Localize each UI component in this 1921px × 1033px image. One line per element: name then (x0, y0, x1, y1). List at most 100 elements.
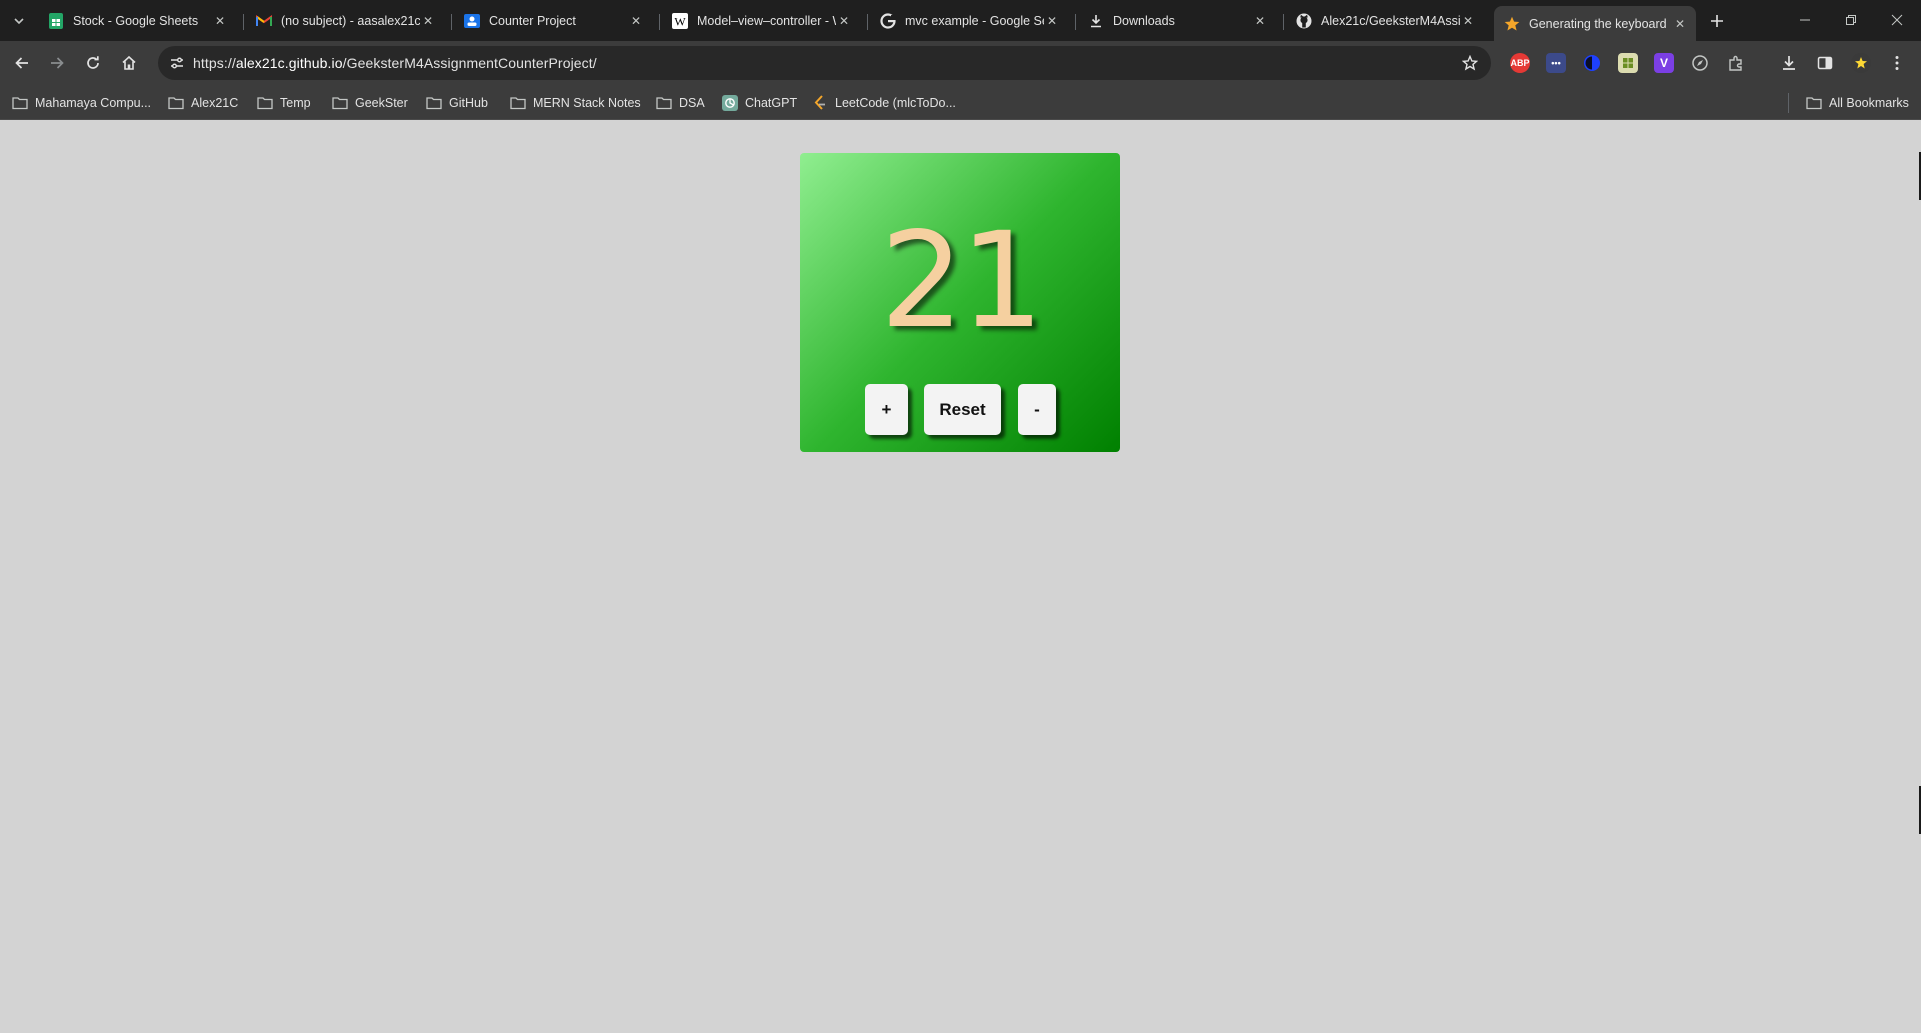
tab-generating-keyboard[interactable]: Generating the keyboard ✕ (1494, 6, 1696, 41)
restore-button[interactable] (1837, 8, 1865, 32)
close-tab-icon[interactable]: ✕ (836, 13, 852, 29)
folder-icon (656, 95, 672, 111)
bookmark-folder-dsa[interactable]: DSA (656, 93, 705, 113)
tab-title: Counter Project (489, 13, 576, 28)
close-tab-icon[interactable]: ✕ (420, 13, 436, 29)
tab-title: Stock - Google Sheets (73, 13, 199, 28)
bookmark-label: GitHub (449, 96, 488, 110)
folder-icon (168, 95, 184, 111)
reload-button[interactable] (79, 49, 107, 77)
close-tab-icon[interactable]: ✕ (1044, 13, 1060, 29)
bookmark-label: Temp (280, 96, 311, 110)
tab-github[interactable]: Alex21c/GeeksterM4Assig ✕ (1286, 6, 1484, 35)
address-bar[interactable]: https://alex21c.github.io/GeeksterM4Assi… (158, 46, 1491, 80)
page-content: 21 + Reset - (0, 120, 1921, 1033)
counter-value: 21 (880, 204, 1044, 358)
new-tab-button[interactable] (1705, 9, 1729, 33)
svg-text:W: W (674, 14, 686, 28)
tab-title: Model–view–controller - W (697, 13, 836, 28)
back-button[interactable] (8, 49, 36, 77)
chevron-down-icon (14, 18, 24, 25)
star-avatar-icon (1855, 57, 1867, 69)
close-tab-icon[interactable]: ✕ (1252, 13, 1268, 29)
bookmark-label: Alex21C (191, 96, 239, 110)
tab-counter-project[interactable]: Counter Project ✕ (454, 6, 652, 35)
sheets-extension-icon[interactable] (1618, 53, 1638, 73)
plus-icon (1711, 15, 1723, 27)
folder-icon (257, 95, 273, 111)
forward-button[interactable] (43, 49, 71, 77)
close-tab-icon[interactable]: ✕ (628, 13, 644, 29)
tab-title: mvc example - Google Se (905, 13, 1044, 28)
google-icon (880, 12, 896, 29)
minimize-icon (1800, 19, 1810, 21)
folder-icon (12, 95, 28, 111)
tab-separator (451, 14, 452, 30)
downloads-button[interactable] (1779, 53, 1799, 73)
url-scheme: https:// (193, 55, 236, 71)
more-vertical-icon (1895, 56, 1899, 70)
leetcode-icon (812, 95, 828, 111)
bookmark-folder-geekster[interactable]: GeekSter (332, 93, 408, 113)
tab-google-search[interactable]: mvc example - Google Se ✕ (870, 6, 1068, 35)
tab-separator (243, 14, 244, 30)
wikipedia-icon: W (672, 12, 688, 29)
url-path: /GeeksterM4AssignmentCounterProject/ (342, 55, 597, 71)
folder-icon (1806, 95, 1822, 111)
all-bookmarks-label: All Bookmarks (1829, 96, 1909, 110)
bookmark-label: MERN Stack Notes (533, 96, 641, 110)
increment-button[interactable]: + (865, 384, 908, 435)
star-favicon-icon (1504, 16, 1520, 32)
close-tab-icon[interactable]: ✕ (212, 13, 228, 29)
site-info-icon[interactable] (168, 54, 186, 72)
counter-controls: + Reset - (800, 384, 1120, 436)
back-arrow-icon (15, 57, 28, 69)
all-bookmarks-button[interactable]: All Bookmarks (1806, 93, 1909, 113)
close-icon (1891, 14, 1903, 26)
extensions-puzzle-icon[interactable] (1726, 53, 1746, 73)
close-tab-icon[interactable]: ✕ (1672, 16, 1688, 32)
github-icon (1296, 13, 1312, 29)
bookmark-folder-alex21c[interactable]: Alex21C (168, 93, 238, 113)
vimeo-extension-icon[interactable]: V (1654, 53, 1674, 73)
tab-stock-sheets[interactable]: Stock - Google Sheets ✕ (38, 6, 236, 35)
download-icon (1783, 56, 1795, 70)
tab-title: (no subject) - aasalex21c@ (281, 13, 420, 28)
profile-avatar[interactable] (1851, 53, 1871, 73)
url-host: alex21c.github.io (235, 55, 343, 71)
reset-button[interactable]: Reset (924, 384, 1001, 435)
bookmark-chatgpt[interactable]: ChatGPT (722, 93, 797, 113)
tab-search-button[interactable] (8, 10, 30, 32)
tab-title: Downloads (1113, 13, 1175, 28)
tab-gmail[interactable]: (no subject) - aasalex21c@ ✕ (246, 6, 444, 35)
folder-icon (426, 95, 442, 111)
home-button[interactable] (115, 49, 143, 77)
minimize-button[interactable] (1791, 8, 1819, 32)
bookmark-label: Mahamaya Compu... (35, 96, 152, 110)
side-panel-button[interactable] (1815, 53, 1835, 73)
tab-title: Generating the keyboard (1529, 16, 1667, 31)
adblock-plus-icon[interactable]: ABP (1510, 53, 1530, 73)
browser-toolbar: https://alex21c.github.io/GeeksterM4Assi… (0, 41, 1921, 85)
bookmark-leetcode[interactable]: LeetCode (mlcToDo... (812, 93, 956, 113)
bookmark-folder-github[interactable]: GitHub (426, 93, 488, 113)
bookmark-folder-temp[interactable]: Temp (257, 93, 311, 113)
bookmark-label: DSA (679, 96, 705, 110)
tab-wikipedia-mvc[interactable]: W Model–view–controller - W ✕ (662, 6, 860, 35)
bookmark-folder-mern[interactable]: MERN Stack Notes (510, 93, 641, 113)
download-icon (1088, 13, 1104, 29)
decrement-button[interactable]: - (1018, 384, 1056, 435)
browser-menu-button[interactable] (1887, 53, 1907, 73)
url-text: https://alex21c.github.io/GeeksterM4Assi… (193, 55, 597, 71)
dots-extension-icon[interactable]: ••• (1546, 53, 1566, 73)
close-window-button[interactable] (1883, 8, 1911, 32)
close-tab-icon[interactable]: ✕ (1460, 13, 1476, 29)
dark-mode-icon[interactable] (1582, 53, 1602, 73)
browser-chrome: Stock - Google Sheets ✕ (no subject) - a… (0, 0, 1921, 120)
tab-downloads[interactable]: Downloads ✕ (1078, 6, 1276, 35)
counter-card: 21 + Reset - (800, 153, 1120, 452)
bookmark-folder-mahamaya[interactable]: Mahamaya Compu... (12, 93, 151, 113)
compass-icon[interactable] (1690, 53, 1710, 73)
bookmark-star-icon[interactable] (1461, 54, 1479, 72)
gmail-icon (256, 13, 272, 29)
